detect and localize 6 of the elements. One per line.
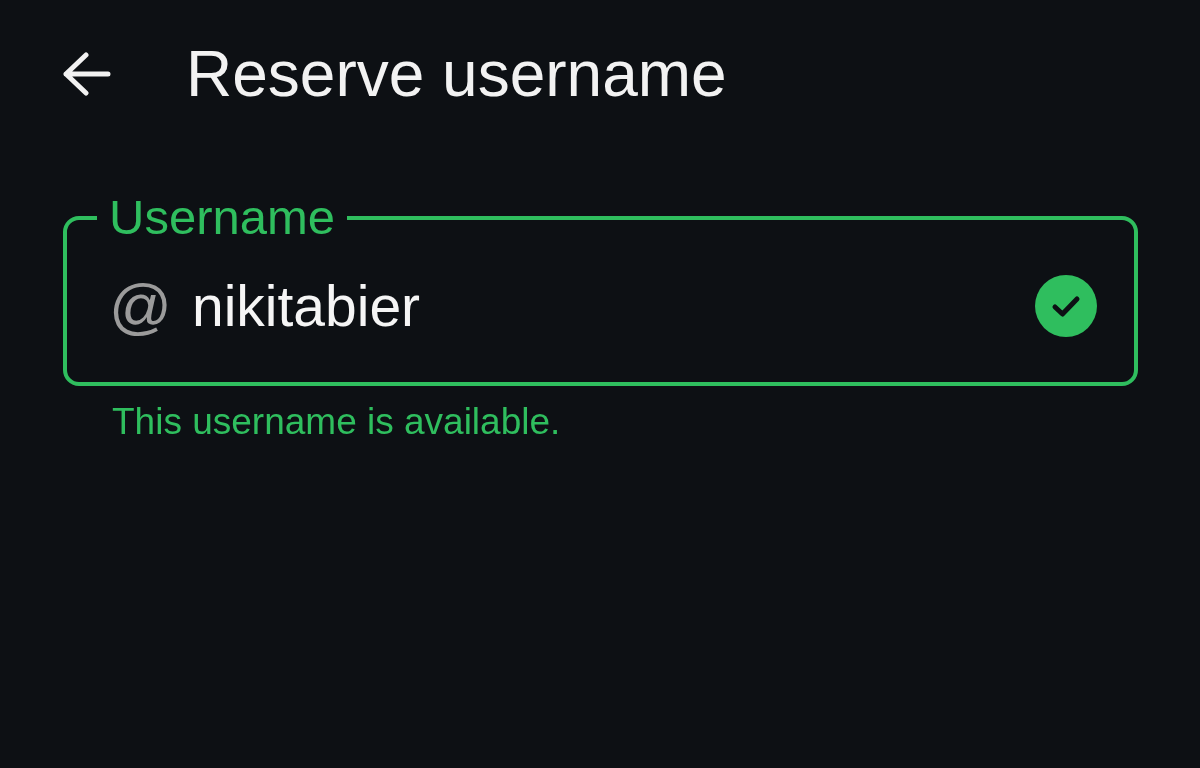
helper-text: This username is available. (112, 403, 561, 440)
at-sign-prefix: @ (109, 275, 172, 337)
field-label: Username (108, 193, 337, 242)
back-arrow-icon[interactable] (63, 52, 111, 96)
page-title: Reserve username (186, 37, 727, 111)
username-input[interactable]: nikitabier (191, 273, 1035, 339)
